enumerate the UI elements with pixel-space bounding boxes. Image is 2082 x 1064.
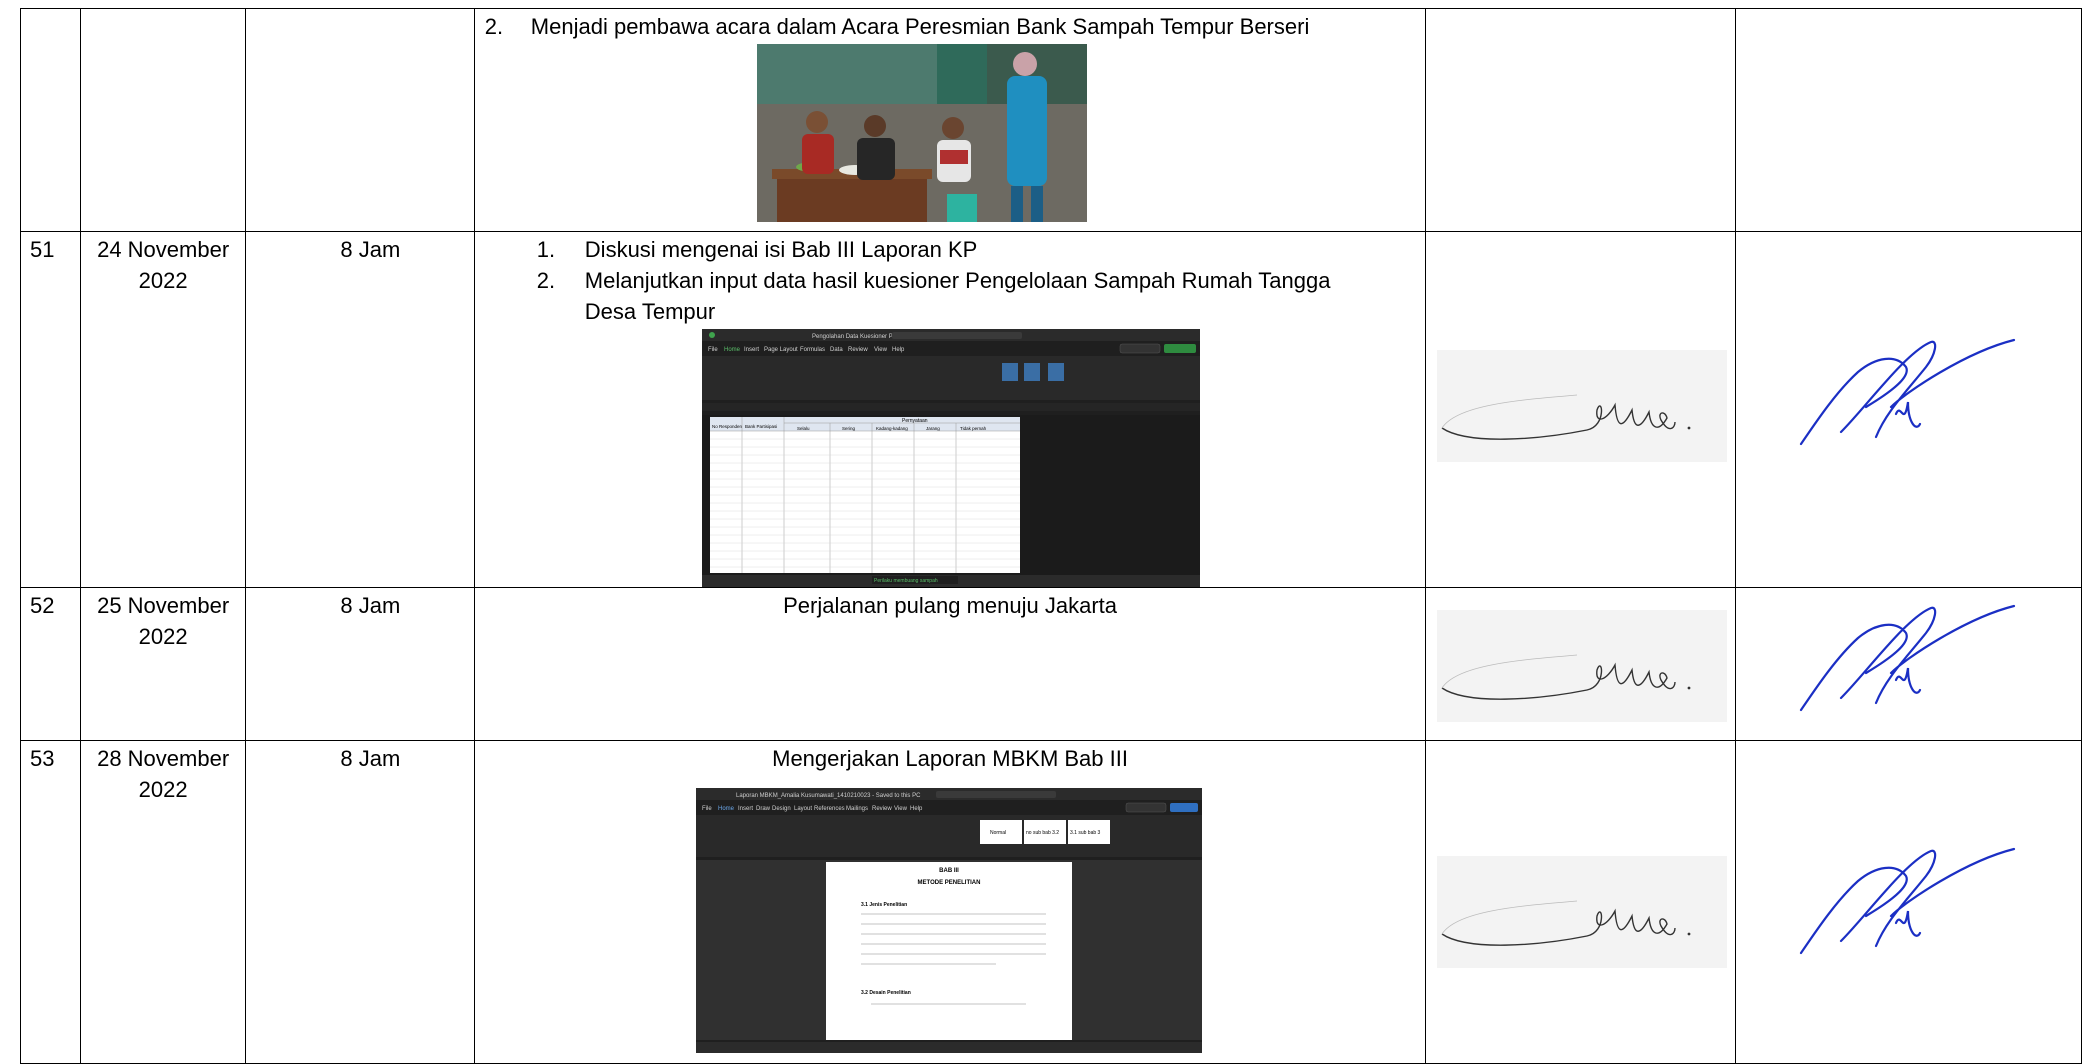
- svg-text:Data: Data: [830, 347, 843, 353]
- svg-text:Sering: Sering: [842, 426, 856, 431]
- cell-number: 53: [20, 740, 81, 1064]
- svg-text:Page Layout: Page Layout: [764, 347, 798, 353]
- cell-duration: [245, 8, 475, 232]
- activity-text: Perjalanan pulang menuju Jakarta: [783, 593, 1117, 618]
- svg-text:Draw: Draw: [756, 806, 771, 812]
- svg-text:Tidak pernah: Tidak pernah: [960, 426, 987, 431]
- event-photo: [756, 44, 1087, 222]
- student-signature-image: [1437, 610, 1728, 722]
- svg-text:Selalu: Selalu: [797, 426, 810, 431]
- svg-text:File: File: [702, 806, 712, 812]
- cell-date: [79, 8, 247, 232]
- table-row: 51 24 November 2022 8 Jam 1. Diskusi meng…: [20, 231, 2082, 588]
- activity-list: 2. Menjadi pembawa acara dalam Acara Pere…: [475, 9, 1426, 42]
- cell-supervisor-signature: [1735, 587, 2082, 741]
- cell-number: [20, 8, 81, 232]
- svg-text:Bank Partisipasi: Bank Partisipasi: [745, 424, 777, 429]
- svg-text:no sub bab 3.2: no sub bab 3.2: [1026, 830, 1059, 836]
- doc-section-2: 3.2 Desain Penelitian: [861, 990, 911, 996]
- table-row: 53 28 November 2022 8 Jam Mengerjakan La…: [20, 740, 2082, 1064]
- svg-text:Mailings: Mailings: [846, 806, 868, 812]
- cell-date: 25 November 2022: [79, 587, 247, 741]
- list-item: 2. Melanjutkan input data hasil kuesioner…: [536, 268, 1331, 324]
- svg-text:Kadang-kadang: Kadang-kadang: [876, 426, 908, 431]
- activity-list: 1. Diskusi mengenai isi Bab III Laporan K…: [475, 232, 1426, 327]
- cell-supervisor-signature: [1735, 231, 2082, 588]
- cell-number: 52: [20, 587, 81, 741]
- excel-sheet-tab: Perilaku membuang sampah: [874, 578, 938, 584]
- svg-text:Formulas: Formulas: [800, 347, 825, 353]
- cell-duration: 8 Jam: [245, 231, 475, 588]
- table-row: 2. Menjadi pembawa acara dalam Acara Pere…: [20, 8, 2082, 232]
- cell-duration: 8 Jam: [245, 587, 475, 741]
- cell-activity: 1. Diskusi mengenai isi Bab III Laporan K…: [473, 231, 1427, 588]
- table-row: 52 25 November 2022 8 Jam Perjalanan pul…: [20, 587, 2082, 741]
- svg-text:Pernyataan: Pernyataan: [902, 418, 928, 424]
- svg-text:Normal: Normal: [990, 830, 1006, 836]
- svg-text:Review: Review: [872, 806, 892, 812]
- word-title: Laporan MBKM_Amalia Kusumawati_141021002…: [736, 793, 921, 799]
- cell-activity: Perjalanan pulang menuju Jakarta: [473, 587, 1427, 741]
- svg-text:Insert: Insert: [738, 806, 753, 812]
- svg-text:Layout: Layout: [794, 806, 812, 812]
- cell-number: 51: [20, 231, 81, 588]
- activity-text: Mengerjakan Laporan MBKM Bab III: [772, 746, 1128, 771]
- svg-text:View: View: [874, 347, 888, 353]
- activity-log-table: 2. Menjadi pembawa acara dalam Acara Pere…: [20, 8, 2082, 1064]
- svg-text:Insert: Insert: [744, 347, 759, 353]
- excel-menu: File Home Insert Page Layout Formulas Da…: [708, 347, 905, 353]
- cell-date: 28 November 2022: [79, 740, 247, 1064]
- list-item: 2. Menjadi pembawa acara dalam Acara Pere…: [484, 14, 1310, 39]
- supervisor-signature-image: [1800, 847, 2016, 955]
- cell-supervisor-signature: [1735, 740, 2082, 1064]
- supervisor-signature-image: [1800, 604, 2016, 712]
- cell-activity: 2. Menjadi pembawa acara dalam Acara Pere…: [473, 8, 1427, 232]
- cell-student-signature: [1425, 740, 1737, 1064]
- cell-date: 24 November 2022: [79, 231, 247, 588]
- svg-text:File: File: [708, 347, 718, 353]
- student-signature-image: [1437, 856, 1728, 968]
- svg-text:Home: Home: [724, 347, 741, 353]
- svg-text:Design: Design: [772, 806, 791, 812]
- svg-text:Home: Home: [718, 806, 735, 812]
- svg-text:View: View: [894, 806, 908, 812]
- cell-student-signature: [1425, 231, 1737, 588]
- logbook-page: 2. Menjadi pembawa acara dalam Acara Pere…: [0, 0, 2082, 1064]
- svg-text:No Responden: No Responden: [712, 424, 743, 429]
- doc-heading: BAB III: [939, 868, 959, 874]
- excel-screenshot: Pengolahan Data Kuesioner Phased Behavio…: [701, 329, 1200, 587]
- list-item: 1. Diskusi mengenai isi Bab III Laporan K…: [536, 237, 978, 262]
- svg-text:Review: Review: [848, 347, 868, 353]
- svg-text:References: References: [814, 806, 845, 812]
- svg-text:Help: Help: [910, 806, 923, 812]
- supervisor-signature-image: [1800, 338, 2016, 446]
- svg-text:Help: Help: [892, 347, 905, 353]
- cell-student-signature: [1425, 8, 1737, 232]
- cell-duration: 8 Jam: [245, 740, 475, 1064]
- student-signature-image: [1437, 350, 1728, 462]
- word-screenshot: Laporan MBKM_Amalia Kusumawati_141021002…: [695, 788, 1202, 1053]
- svg-text:3.1 sub bab 3: 3.1 sub bab 3: [1070, 830, 1101, 836]
- cell-student-signature: [1425, 587, 1737, 741]
- doc-section-1: 3.1 Jenis Penelitian: [861, 902, 907, 908]
- cell-supervisor-signature: [1735, 8, 2082, 232]
- cell-activity: Mengerjakan Laporan MBKM Bab III Laporan…: [473, 740, 1427, 1064]
- doc-subheading: METODE PENELITIAN: [917, 880, 980, 886]
- svg-text:Jarang: Jarang: [926, 426, 940, 431]
